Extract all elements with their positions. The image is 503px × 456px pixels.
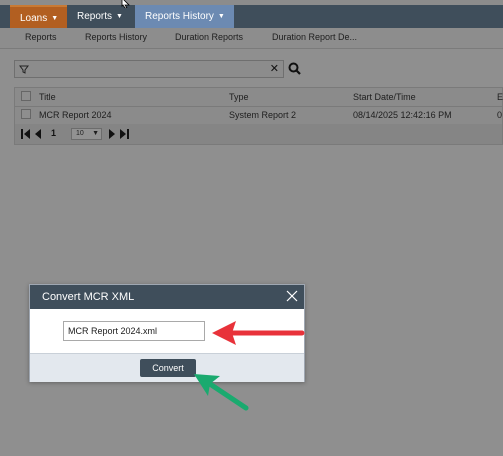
subnav-item-duration-reports[interactable]: Duration Reports [175, 32, 243, 42]
page-size-value: 10 [76, 130, 84, 137]
tab-reports-label: Reports [77, 11, 113, 22]
first-page-icon[interactable] [21, 129, 31, 139]
row-title: MCR Report 2024 [39, 110, 112, 120]
red-arrow-annotation [212, 321, 305, 345]
select-all-checkbox[interactable] [21, 91, 31, 101]
tab-loans-label: Loans [20, 13, 48, 24]
chevron-down-icon: ▼ [116, 13, 123, 20]
chevron-down-icon: ▼ [51, 15, 59, 22]
chevron-down-icon: ▼ [92, 130, 99, 137]
dialog-header: Convert MCR XML [30, 285, 304, 309]
row-extra: 0 [497, 110, 503, 120]
next-page-icon[interactable] [108, 129, 116, 139]
row-checkbox[interactable] [21, 109, 31, 119]
tab-reports[interactable]: Reports ▼ [67, 5, 132, 28]
dialog-footer: Convert [30, 353, 304, 382]
row-type: System Report 2 [229, 110, 297, 120]
table-row[interactable]: MCR Report 2024 System Report 2 08/14/20… [15, 106, 502, 125]
grid-header: Title Type Start Date/Time E [15, 88, 503, 107]
column-title-header[interactable]: Title [39, 92, 56, 102]
last-page-icon[interactable] [119, 129, 129, 139]
tab-reports-history-label: Reports History [145, 11, 214, 22]
search-icon[interactable] [288, 62, 301, 75]
filename-field[interactable]: MCR Report 2024.xml [63, 321, 205, 341]
current-page: 1 [51, 128, 57, 138]
filter-icon[interactable] [18, 63, 30, 75]
subnav-item-reports-history[interactable]: Reports History [85, 32, 147, 42]
filename-value: MCR Report 2024.xml [68, 326, 158, 336]
row-start: 08/14/2025 12:42:16 PM [353, 110, 452, 120]
subnav-item-duration-report-details[interactable]: Duration Report De... [272, 32, 357, 42]
column-type-header[interactable]: Type [229, 92, 249, 102]
dialog-title: Convert MCR XML [42, 291, 135, 303]
chevron-down-icon: ▼ [217, 13, 225, 20]
column-extra-header[interactable]: E [497, 92, 503, 102]
grid-pager: 1 10 ▼ [15, 124, 502, 144]
reports-grid: Title Type Start Date/Time E MCR Report … [14, 87, 503, 145]
close-icon[interactable] [286, 290, 298, 302]
green-arrow-annotation [194, 374, 249, 411]
prev-page-icon[interactable] [34, 129, 42, 139]
mouse-cursor-icon [121, 0, 130, 8]
search-input[interactable]: ✕ [14, 60, 284, 78]
convert-button[interactable]: Convert [140, 359, 196, 377]
page-size-select[interactable]: 10 ▼ [71, 128, 102, 140]
tab-loans[interactable]: Loans ▼ [10, 5, 67, 28]
tab-reports-history[interactable]: Reports History ▼ [135, 5, 234, 28]
close-icon[interactable]: ✕ [270, 62, 279, 75]
sub-nav: Reports Reports History Duration Reports… [0, 28, 503, 49]
column-start-header[interactable]: Start Date/Time [353, 92, 416, 102]
subnav-item-reports[interactable]: Reports [25, 32, 57, 42]
